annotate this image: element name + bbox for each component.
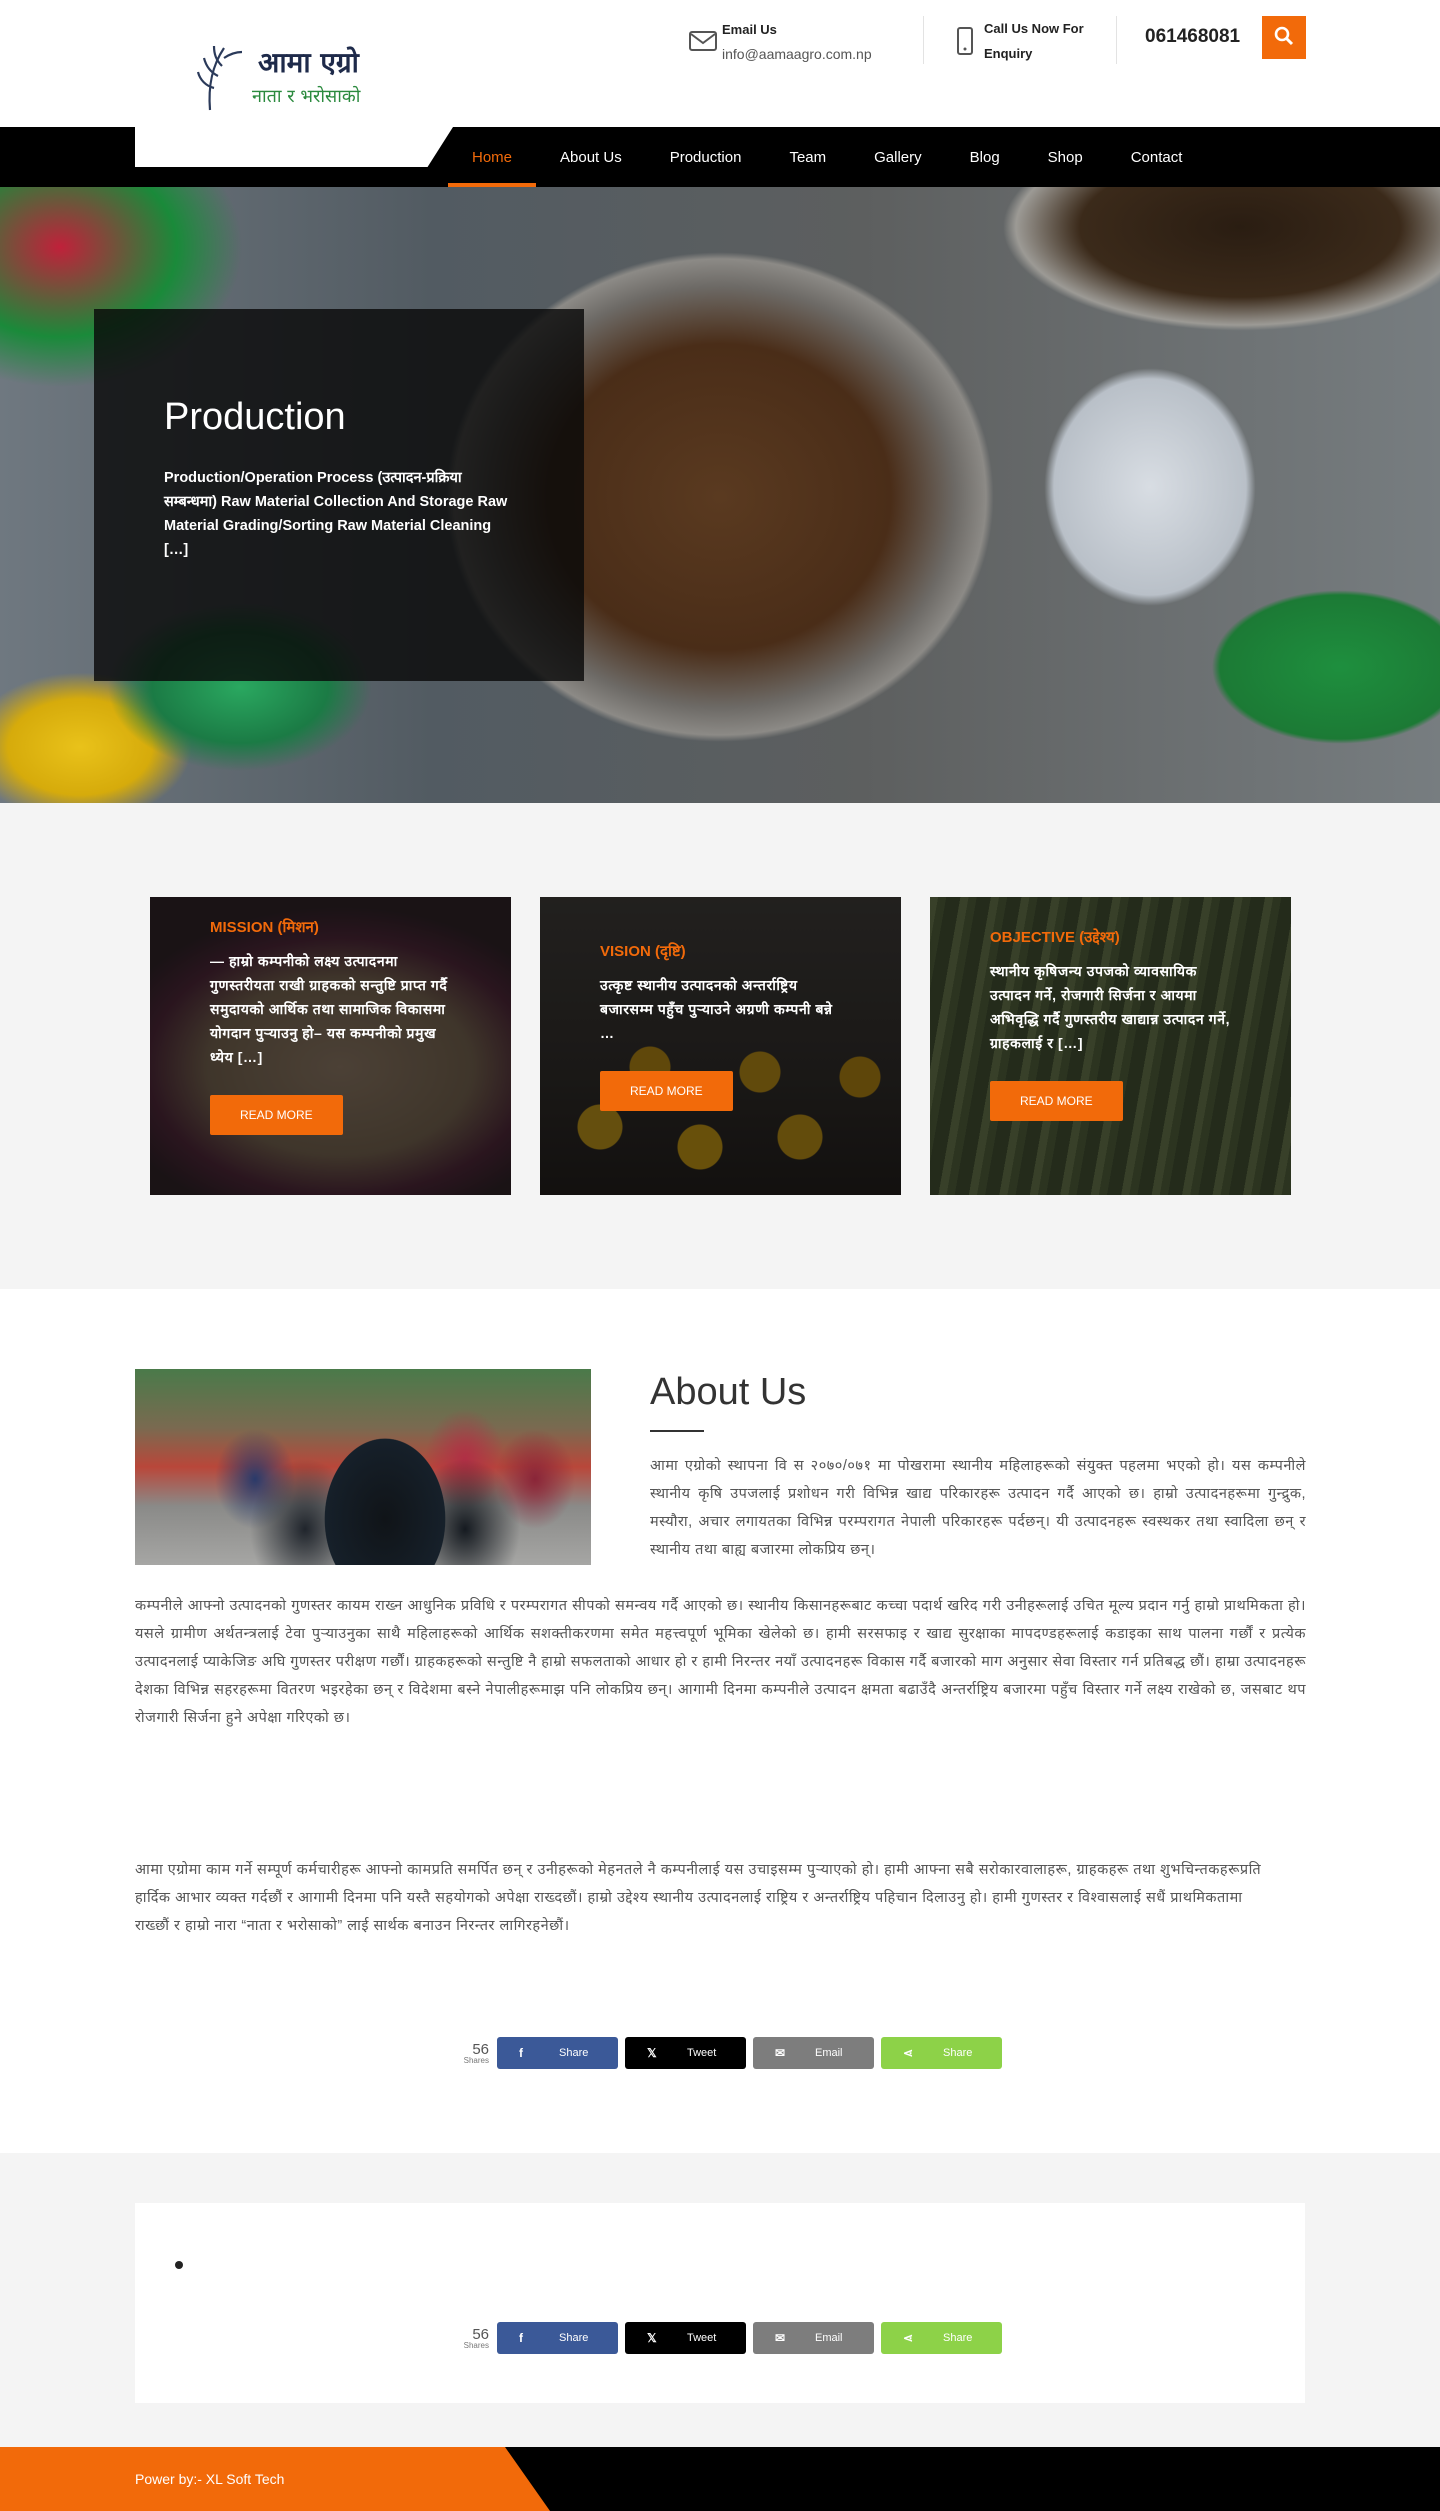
envelope-icon <box>684 29 722 53</box>
generic-share-button[interactable]: ⋖ Share <box>881 2322 1002 2354</box>
nav-item-shop[interactable]: Shop <box>1024 127 1107 187</box>
card-title[interactable]: VISION (दृष्टि) <box>600 941 850 961</box>
hero-title[interactable]: Production <box>164 396 346 439</box>
rice-plant-logo-icon <box>196 45 243 111</box>
site-logo[interactable]: आमा एग्रो नाता र भरोसाको <box>178 36 388 120</box>
x-twitter-icon: 𝕏 <box>647 2046 657 2060</box>
share-bar: 56 Shares f Share 𝕏 Tweet ✉ Email ⋖ Share <box>453 2322 1009 2354</box>
about-paragraph: आमा एग्रोमा काम गर्ने सम्पूर्ण कर्मचारीह… <box>135 1862 1262 1934</box>
card-title[interactable]: OBJECTIVE (उद्देश्य) <box>990 927 1240 947</box>
email-share-button[interactable]: ✉ Email <box>753 2037 874 2069</box>
about-section: About Us आमा एग्रोको स्थापना वि स २०७०/०… <box>0 1289 1440 2153</box>
share-bar: 56 Shares f Share 𝕏 Tweet ✉ Email ⋖ Share <box>453 2037 1009 2069</box>
call-label: Call Us Now For <box>984 21 1084 36</box>
tweet-button[interactable]: 𝕏 Tweet <box>625 2037 746 2069</box>
features-section: MISSION (मिशन) — हाम्रो कम्पनीको लक्ष्य … <box>0 803 1440 1289</box>
card-text: — हाम्रो कम्पनीको लक्ष्य उत्पादनमा गुणस्… <box>210 953 448 1065</box>
email-icon: ✉ <box>775 2046 786 2060</box>
tweet-button[interactable]: 𝕏 Tweet <box>625 2322 746 2354</box>
email-label: Email Us <box>722 21 777 37</box>
card-text: उत्कृष्ट स्थानीय उत्पादनको अन्तर्राष्ट्र… <box>600 977 833 1041</box>
facebook-icon: f <box>519 2046 523 2060</box>
search-button[interactable] <box>1262 16 1306 59</box>
hero-text: Production/Operation Process (उत्पादन-प्… <box>164 470 508 558</box>
nav-item-home[interactable]: Home <box>448 127 537 187</box>
footer: Power by:- XL Soft Tech <box>0 2447 1440 2511</box>
divider <box>923 16 924 64</box>
nav-item-production[interactable]: Production <box>646 127 766 187</box>
card-text: स्थानीय कृषिजन्य उपजको व्यावसायिक उत्पाद… <box>990 963 1231 1051</box>
phone-number[interactable]: 061468081 <box>1145 26 1240 48</box>
generic-share-button[interactable]: ⋖ Share <box>881 2037 1002 2069</box>
email-share-button[interactable]: ✉ Email <box>753 2322 874 2354</box>
email-contact[interactable]: Email Us info@aamaagro.com.np <box>684 16 924 66</box>
share-count: 56 Shares <box>463 2325 489 2350</box>
x-twitter-icon: 𝕏 <box>647 2331 657 2345</box>
nav-item-gallery[interactable]: Gallery <box>850 127 946 187</box>
content-section: 56 Shares f Share 𝕏 Tweet ✉ Email ⋖ Share <box>0 2153 1440 2447</box>
objective-card: OBJECTIVE (उद्देश्य) स्थानीय कृषिजन्य उप… <box>930 897 1291 1195</box>
about-title: About Us <box>650 1371 807 1413</box>
share-icon: ⋖ <box>903 2046 914 2060</box>
facebook-share-button[interactable]: f Share <box>497 2322 618 2354</box>
mission-card: MISSION (मिशन) — हाम्रो कम्पनीको लक्ष्य … <box>150 897 511 1195</box>
search-icon <box>1274 26 1294 49</box>
nav-item-team[interactable]: Team <box>765 127 850 187</box>
header: आमा एग्रो नाता र भरोसाको Email Us info@a… <box>0 0 1440 127</box>
hero-slider[interactable]: Production Production/Operation Process … <box>0 187 1440 803</box>
facebook-icon: f <box>519 2331 523 2345</box>
read-more-button[interactable]: READ MORE <box>990 1081 1123 1121</box>
about-paragraph: कम्पनीले आफ्नो उत्पादनको गुणस्तर कायम रा… <box>135 1598 1306 1726</box>
footer-credit[interactable]: Power by:- XL Soft Tech <box>135 2471 284 2487</box>
email-address[interactable]: info@aamaagro.com.np <box>722 46 872 62</box>
call-label-2: Enquiry <box>984 46 1033 61</box>
share-count: 56 Shares <box>463 2040 489 2065</box>
nav-item-about-us[interactable]: About Us <box>536 127 646 187</box>
about-photo <box>135 1369 591 1565</box>
read-more-button[interactable]: READ MORE <box>600 1071 733 1111</box>
title-underline <box>650 1430 704 1432</box>
logo-tab <box>135 127 453 167</box>
facebook-share-button[interactable]: f Share <box>497 2037 618 2069</box>
list-bullet <box>175 2261 183 2269</box>
share-icon: ⋖ <box>903 2331 914 2345</box>
nav-item-contact[interactable]: Contact <box>1107 127 1207 187</box>
divider <box>1116 16 1117 64</box>
vision-card: VISION (दृष्टि) उत्कृष्ट स्थानीय उत्पादन… <box>540 897 901 1195</box>
call-contact: Call Us Now For Enquiry <box>946 16 1116 66</box>
logo-text: आमा एग्रो <box>258 46 361 79</box>
read-more-button[interactable]: READ MORE <box>210 1095 343 1135</box>
nav-menu: Home About Us Production Team Gallery Bl… <box>448 127 1206 187</box>
content-box <box>135 2203 1305 2403</box>
logo-tagline: नाता र भरोसाको <box>252 85 361 107</box>
email-icon: ✉ <box>775 2331 786 2345</box>
mobile-phone-icon <box>946 27 984 55</box>
nav-item-blog[interactable]: Blog <box>946 127 1024 187</box>
about-paragraph: आमा एग्रोको स्थापना वि स २०७०/०७१ मा पोख… <box>650 1458 1306 1558</box>
card-title[interactable]: MISSION (मिशन) <box>210 917 460 937</box>
